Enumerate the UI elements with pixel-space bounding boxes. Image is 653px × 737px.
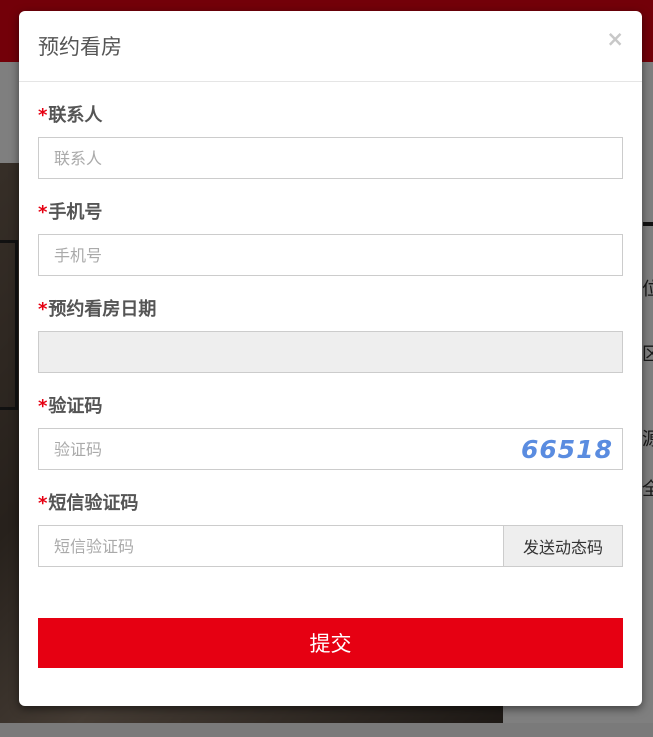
form-group-date: *预约看房日期 [38,299,623,396]
viewing-date-input[interactable] [38,331,623,373]
required-mark: * [38,202,48,223]
modal-header: 预约看房 × [19,11,642,82]
phone-input-wrap [38,234,623,276]
phone-label-text: 手机号 [48,202,103,223]
form-group-phone: *手机号 [38,202,623,299]
required-mark: * [38,299,48,320]
captcha-input-wrap: 66518 [38,428,623,470]
phone-label: *手机号 [38,202,623,228]
sms-label: *短信验证码 [38,493,623,519]
sms-label-text: 短信验证码 [48,493,139,514]
form-group-sms: *短信验证码 发送动态码 [38,493,623,590]
required-mark: * [38,105,48,126]
form-group-captcha: *验证码 66518 [38,396,623,493]
booking-modal: 预约看房 × *联系人 *手机号 *预约看房日期 *验证码 [19,11,642,706]
captcha-label-text: 验证码 [48,396,103,417]
contact-label-text: 联系人 [48,105,103,126]
form-group-contact: *联系人 [38,105,623,202]
booking-form: *联系人 *手机号 *预约看房日期 *验证码 66518 [38,105,623,590]
send-sms-code-button[interactable]: 发送动态码 [503,525,623,567]
required-mark: * [38,396,48,417]
date-label: *预约看房日期 [38,299,623,325]
close-icon[interactable]: × [606,25,624,53]
modal-title: 预约看房 [38,35,122,59]
contact-label: *联系人 [38,105,623,131]
date-label-text: 预约看房日期 [48,299,157,320]
sms-input-wrap: 发送动态码 [38,525,623,567]
required-mark: * [38,493,48,514]
date-input-wrap [38,331,623,373]
captcha-image[interactable]: 66518 [512,429,622,469]
contact-input-wrap [38,137,623,179]
submit-button[interactable]: 提交 [38,618,623,668]
contact-name-input[interactable] [38,137,623,179]
phone-input[interactable] [38,234,623,276]
captcha-label: *验证码 [38,396,623,422]
